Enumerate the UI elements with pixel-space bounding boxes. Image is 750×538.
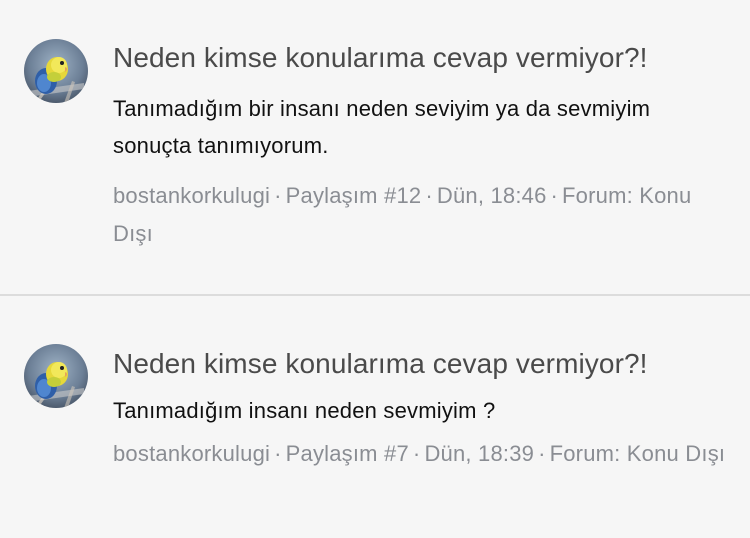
post-number-link[interactable]: Paylaşım #7 (286, 441, 409, 466)
forum-label: Forum: (562, 183, 633, 208)
forum-link[interactable]: Konu Dışı (627, 441, 725, 466)
search-results-feed: Neden kimse konularıma cevap vermiyor?! … (0, 0, 750, 538)
author-link[interactable]: bostankorkulugi (113, 441, 270, 466)
post-excerpt: Tanımadığım bir insanı neden seviyim ya … (113, 96, 651, 158)
post-time: Dün, 18:46 (436, 183, 547, 208)
result-content: Neden kimse konularıma cevap vermiyor?! … (113, 38, 726, 253)
meta-separator: · (412, 441, 421, 466)
budgie-avatar-icon (24, 344, 88, 408)
search-result-item[interactable]: Neden kimse konularıma cevap vermiyor?! … (0, 0, 750, 294)
meta-separator: · (274, 441, 282, 466)
forum-label: Forum: (549, 441, 621, 466)
post-meta: bostankorkulugi · Paylaşım #7 · Dün, 18:39 · F… (113, 435, 726, 473)
thread-title-link[interactable]: Neden kimse konularıma cevap vermiyor?! (113, 344, 726, 384)
post-meta: bostankorkulugi · Paylaşım #12 · Dün, 18:46 ·… (113, 177, 726, 253)
user-avatar[interactable] (24, 344, 88, 408)
meta-separator: · (538, 441, 546, 466)
author-link[interactable]: bostankorkulugi (113, 183, 270, 208)
user-avatar[interactable] (24, 39, 88, 103)
meta-separator: · (274, 183, 282, 208)
meta-separator: · (550, 183, 559, 208)
result-content: Neden kimse konularıma cevap vermiyor?! … (113, 344, 726, 473)
post-excerpt: Tanımadığım insanı neden sevmiyim ? (113, 398, 496, 423)
post-number-link[interactable]: Paylaşım #12 (286, 183, 422, 208)
search-result-item[interactable]: Neden kimse konularıma cevap vermiyor?! … (0, 296, 750, 538)
post-time: Dün, 18:39 (424, 441, 535, 466)
thread-title-link[interactable]: Neden kimse konularıma cevap vermiyor?! (113, 38, 726, 78)
budgie-avatar-icon (24, 39, 88, 103)
meta-separator: · (425, 183, 433, 208)
